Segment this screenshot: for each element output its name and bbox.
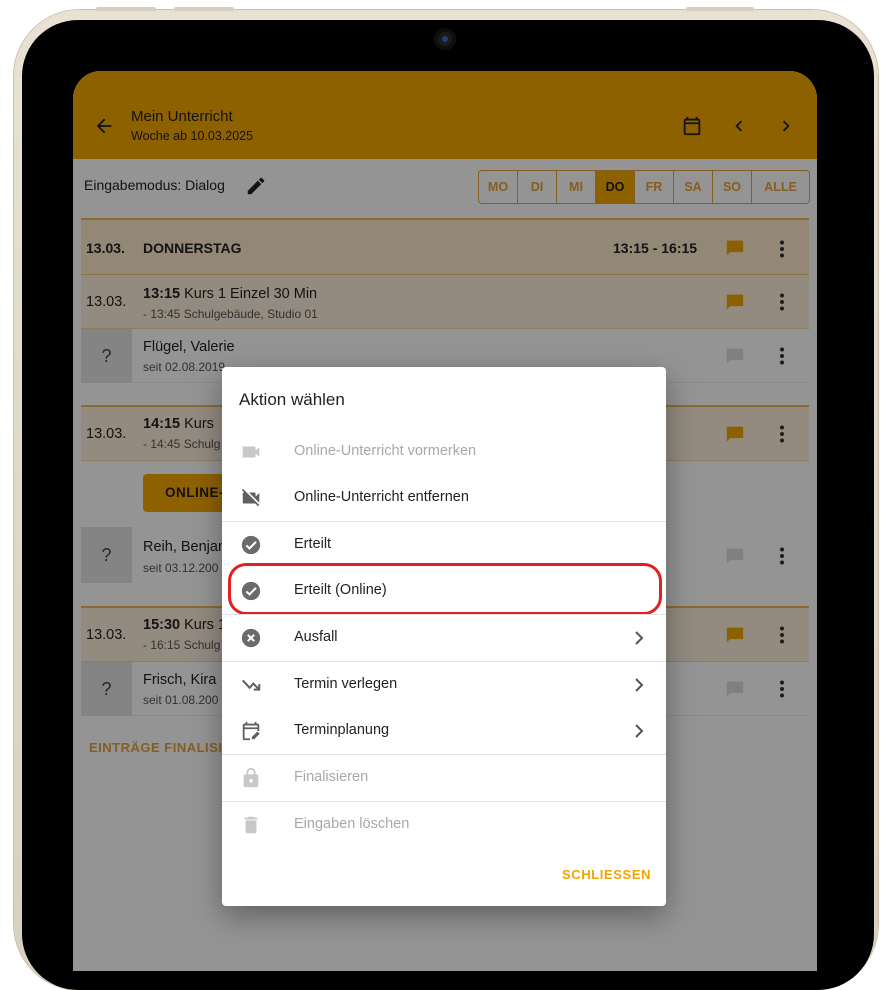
calendar-edit-icon bbox=[242, 721, 260, 741]
menu-item-erteilt[interactable]: Erteilt bbox=[222, 522, 666, 568]
chevron-right-icon bbox=[635, 678, 644, 692]
menu-item-label: Online-Unterricht entfernen bbox=[294, 489, 469, 505]
check-circle-icon bbox=[241, 535, 261, 555]
menu-item-label: Terminplanung bbox=[294, 722, 390, 738]
video-camera-icon bbox=[242, 446, 260, 458]
volume-button bbox=[96, 7, 156, 11]
menu-item-label: Ausfall bbox=[294, 629, 338, 645]
close-button[interactable]: SCHLIESSEN bbox=[562, 867, 651, 882]
menu-item-label: Termin verlegen bbox=[294, 676, 398, 692]
power-button bbox=[686, 7, 754, 11]
move-arrow-icon bbox=[242, 679, 261, 691]
highlight-outline bbox=[228, 563, 662, 615]
trash-icon bbox=[244, 816, 258, 834]
menu-item-online-vormerken: Online-Unterricht vormerken bbox=[222, 429, 666, 475]
lock-icon bbox=[243, 767, 259, 788]
chevron-right-icon bbox=[635, 724, 644, 738]
cancel-circle-icon bbox=[241, 628, 261, 648]
front-camera bbox=[434, 28, 456, 50]
menu-item-termin-verlegen[interactable]: Termin verlegen bbox=[222, 662, 666, 708]
menu-item-label: Online-Unterricht vormerken bbox=[294, 443, 477, 459]
menu-item-finalisieren: Finalisieren bbox=[222, 755, 666, 801]
menu-item-online-entfernen[interactable]: Online-Unterricht entfernen bbox=[222, 475, 666, 521]
menu-item-terminplanung[interactable]: Terminplanung bbox=[222, 708, 666, 754]
menu-item-label: Finalisieren bbox=[294, 769, 369, 785]
dialog-title: Aktion wählen bbox=[239, 390, 345, 409]
action-dialog: Aktion wählen Online-Unterricht vormerke… bbox=[222, 367, 666, 906]
menu-item-label: Eingaben löschen bbox=[294, 816, 410, 832]
menu-item-ausfall[interactable]: Ausfall bbox=[222, 615, 666, 661]
video-off-icon bbox=[241, 488, 260, 507]
menu-item-eingaben-loeschen: Eingaben löschen bbox=[222, 802, 666, 848]
volume-button bbox=[174, 7, 234, 11]
chevron-right-icon bbox=[635, 631, 644, 645]
menu-item-label: Erteilt bbox=[294, 536, 332, 552]
app-screen: Mein Unterricht Woche ab 10.03.2025 Eing… bbox=[73, 71, 817, 971]
